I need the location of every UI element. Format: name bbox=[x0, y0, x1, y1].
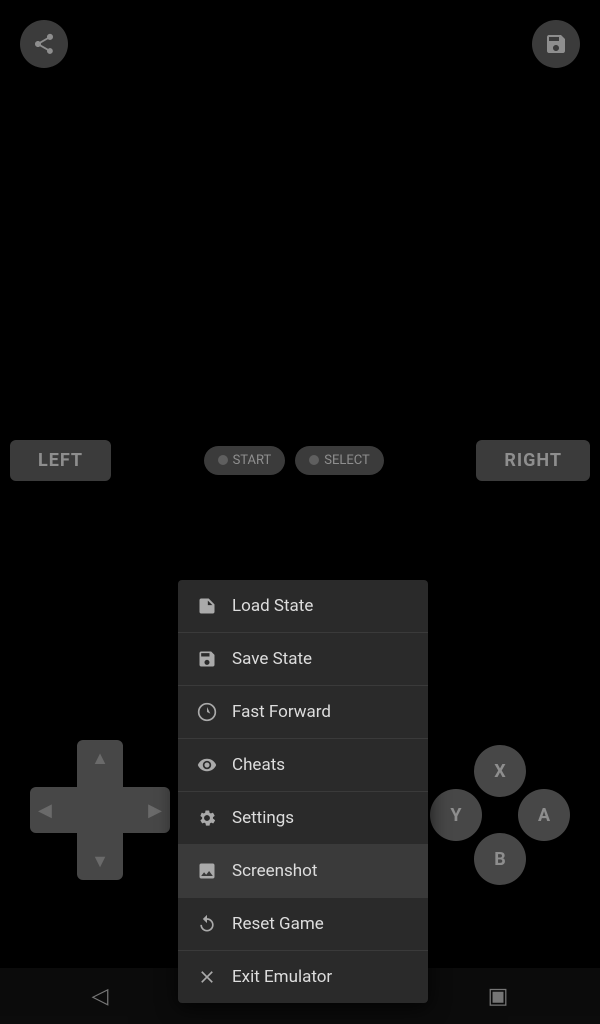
save-state-label: Save State bbox=[232, 649, 312, 669]
load-state-icon bbox=[196, 595, 218, 617]
screenshot-icon bbox=[196, 860, 218, 882]
load-state-label: Load State bbox=[232, 596, 313, 616]
menu-item-reset-game[interactable]: Reset Game bbox=[178, 898, 428, 951]
menu-item-fast-forward[interactable]: Fast Forward bbox=[178, 686, 428, 739]
menu-item-save-state[interactable]: Save State bbox=[178, 633, 428, 686]
fast-forward-icon bbox=[196, 701, 218, 723]
reset-game-label: Reset Game bbox=[232, 914, 324, 934]
exit-emulator-icon bbox=[196, 966, 218, 988]
screenshot-label: Screenshot bbox=[232, 861, 317, 881]
menu-item-load-state[interactable]: Load State bbox=[178, 580, 428, 633]
reset-game-icon bbox=[196, 913, 218, 935]
settings-label: Settings bbox=[232, 808, 294, 828]
settings-icon bbox=[196, 807, 218, 829]
context-menu: Load State Save State Fast Forward Cheats Se… bbox=[178, 580, 428, 1003]
save-state-icon bbox=[196, 648, 218, 670]
menu-item-exit-emulator[interactable]: Exit Emulator bbox=[178, 951, 428, 1003]
menu-item-cheats[interactable]: Cheats bbox=[178, 739, 428, 792]
cheats-icon bbox=[196, 754, 218, 776]
fast-forward-label: Fast Forward bbox=[232, 702, 331, 722]
menu-item-screenshot[interactable]: Screenshot bbox=[178, 845, 428, 898]
cheats-label: Cheats bbox=[232, 755, 285, 775]
exit-emulator-label: Exit Emulator bbox=[232, 967, 332, 987]
menu-item-settings[interactable]: Settings bbox=[178, 792, 428, 845]
